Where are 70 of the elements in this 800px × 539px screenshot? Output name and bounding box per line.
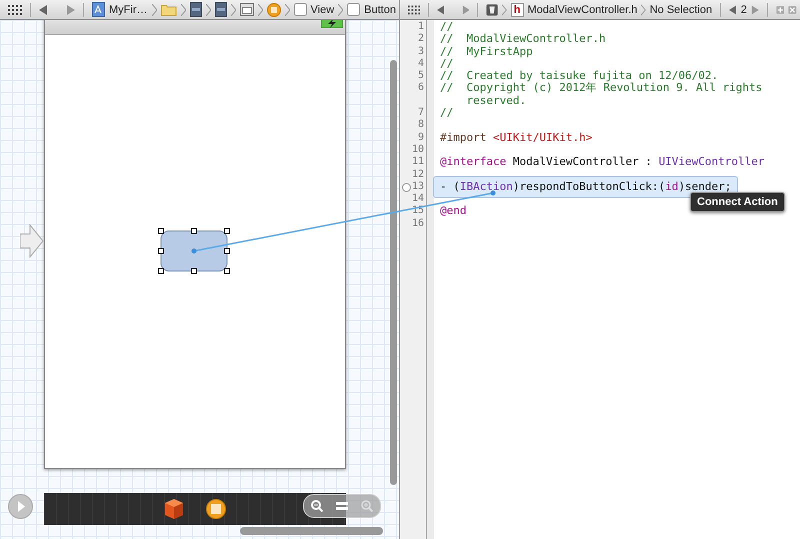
zoom-out-icon[interactable] xyxy=(310,500,323,512)
path-item[interactable]: Button xyxy=(364,4,396,16)
line-number: 7 xyxy=(416,107,424,120)
scrollbar[interactable] xyxy=(240,527,383,535)
chevron-icon xyxy=(180,4,186,16)
square-icon[interactable] xyxy=(347,3,360,16)
folder-icon[interactable] xyxy=(160,3,176,16)
forward-icon[interactable] xyxy=(66,4,75,14)
line-number: 5 xyxy=(416,70,424,82)
close-icon[interactable] xyxy=(788,4,797,14)
chevron-icon xyxy=(338,4,344,16)
file-icon[interactable] xyxy=(190,2,202,17)
forward-icon[interactable] xyxy=(462,4,470,14)
chevron-icon xyxy=(284,4,290,16)
add-icon[interactable] xyxy=(776,4,784,14)
line-number: 2 xyxy=(416,33,424,46)
box-icon[interactable] xyxy=(486,2,498,16)
entry-arrow-icon xyxy=(20,224,44,258)
path-item[interactable]: MyFir… xyxy=(109,4,148,16)
code-line: @end xyxy=(440,205,468,218)
code-line: // Copyright (c) 2012年 Revolution 9. All rights reserved. xyxy=(440,82,764,108)
line-number: 8 xyxy=(416,119,424,132)
circle-icon[interactable] xyxy=(206,499,226,519)
chevron-icon xyxy=(230,4,236,16)
line-number: 9 xyxy=(416,132,424,144)
chevron-icon xyxy=(206,4,210,16)
code-line: @interface ModalViewController : UIViewController xyxy=(440,156,766,169)
code-line: // xyxy=(440,21,454,34)
play-icon[interactable] xyxy=(8,494,33,519)
button-drawing[interactable] xyxy=(157,227,232,276)
path-item[interactable]: View xyxy=(310,4,334,16)
chevron-icon xyxy=(152,4,156,16)
code-line: #import <UIKit/UIKit.h> xyxy=(440,132,594,144)
document-icon[interactable] xyxy=(92,2,105,17)
path-item[interactable]: No Selection xyxy=(650,4,712,16)
file-type-label: h xyxy=(510,2,524,16)
file-icon[interactable] xyxy=(214,2,226,17)
square-icon[interactable] xyxy=(294,3,306,16)
line-number: 4 xyxy=(416,58,424,70)
path-item[interactable]: ModalViewController.h xyxy=(528,4,638,16)
actual-size-icon[interactable] xyxy=(336,501,348,511)
tooltip: Connect Action xyxy=(690,192,785,212)
back-icon[interactable] xyxy=(39,4,48,14)
grid-icon[interactable] xyxy=(408,4,420,14)
scrollbar[interactable] xyxy=(390,60,397,485)
grid-icon[interactable] xyxy=(8,4,22,14)
forward-icon[interactable] xyxy=(750,4,759,14)
back-icon[interactable] xyxy=(728,4,737,14)
line-number: 10 xyxy=(410,144,424,156)
line-number: 16 xyxy=(410,218,424,230)
chevron-icon xyxy=(641,4,646,16)
line-number: 12 xyxy=(410,168,424,181)
chevron-icon xyxy=(502,4,507,16)
code-line: // Created by taisuke fujita on 12/06/02. xyxy=(440,70,720,82)
cube-icon[interactable] xyxy=(164,498,184,520)
line-number: 14 xyxy=(410,193,424,206)
line-number: 11 xyxy=(410,156,424,169)
window-icon[interactable] xyxy=(240,3,254,16)
battery-icon xyxy=(321,20,343,28)
code-line: // xyxy=(440,58,454,70)
line-number: 13 xyxy=(410,180,424,194)
code-line: // ModalViewController.h xyxy=(440,33,607,46)
back-icon[interactable] xyxy=(437,4,445,14)
line-number: 1 xyxy=(416,21,424,34)
chevron-icon xyxy=(258,4,262,16)
line-number: 3 xyxy=(416,46,424,58)
code-line: // xyxy=(440,107,454,120)
counterpart-count: 2 xyxy=(740,4,747,16)
line-number: 6 xyxy=(416,82,424,96)
code-line: // MyFirstApp xyxy=(440,46,534,58)
